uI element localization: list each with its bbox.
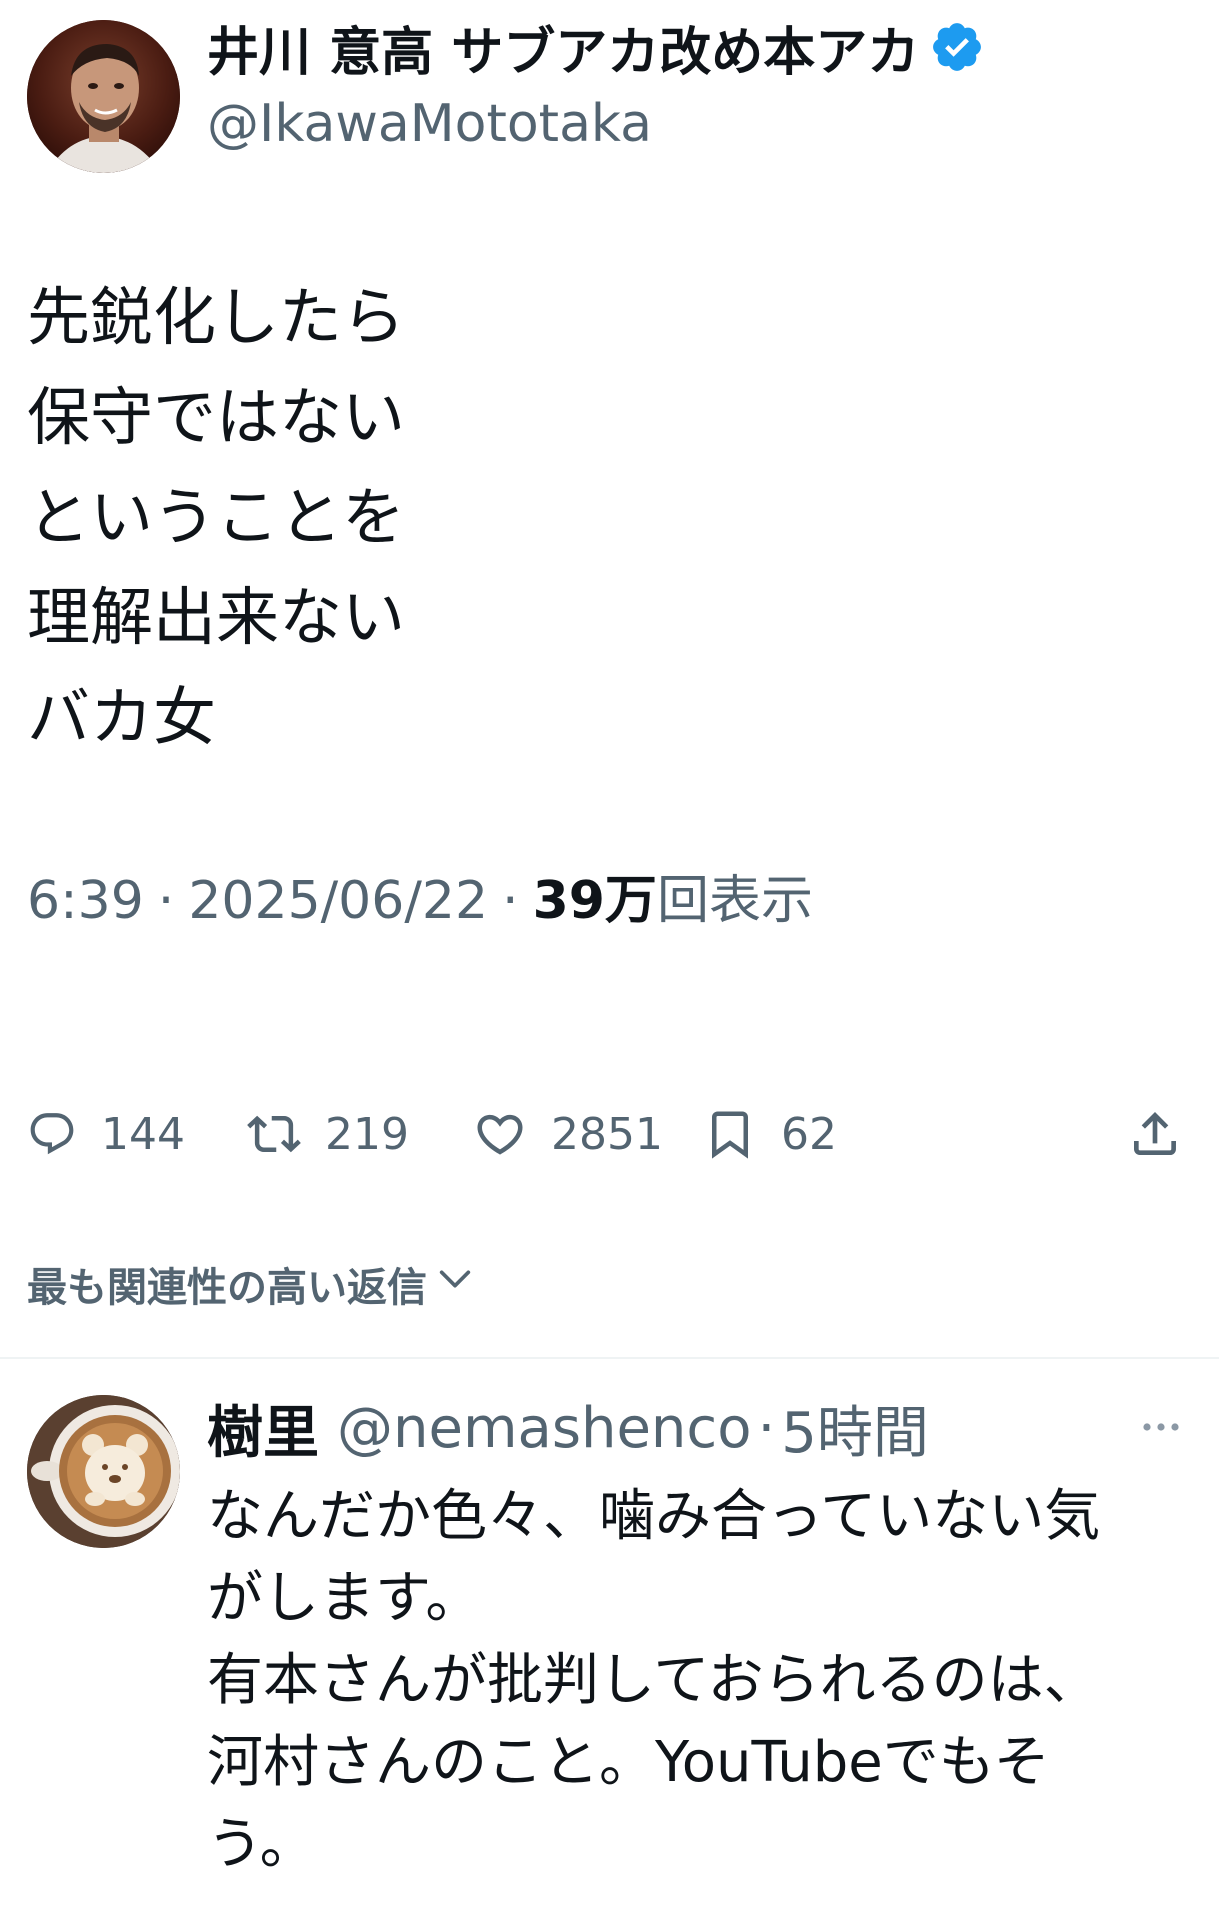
like-button[interactable]: 2851 <box>473 1094 663 1174</box>
avatar[interactable] <box>27 1395 180 1548</box>
reply-text-line: 有本さんが批判しておられるのは、 <box>207 1648 1100 1713</box>
chevron-down-icon <box>427 1259 475 1309</box>
reply-button[interactable]: 144 <box>27 1094 185 1174</box>
tweet-meta: 6:39 · 2025/06/22 · 39万 回表示 <box>27 858 813 933</box>
more-horizontal-icon <box>1141 1419 1181 1438</box>
reply-text-line: 河村さんのこと。YouTubeでもそ <box>207 1730 1050 1795</box>
author-handle[interactable]: @IkawaMototaka <box>207 94 652 154</box>
views-count[interactable]: 39万 <box>533 858 657 933</box>
tweet-text-line: 先鋭化したら <box>27 281 405 354</box>
bookmark-icon <box>703 1104 757 1164</box>
tweet-date[interactable]: 2025/06/22 <box>188 871 488 931</box>
latte-art-photo <box>27 1395 180 1548</box>
tweet-text-line: ということを <box>27 481 405 554</box>
tweet-text-line: バカ女 <box>27 681 216 754</box>
tweet-text: 先鋭化したら 保守ではない ということを 理解出来ない バカ女 <box>27 268 1187 768</box>
author-name-row[interactable]: 井川 意高 サブアカ改め本アカ <box>207 10 985 85</box>
reply-display-name[interactable]: 樹里 <box>207 1388 319 1469</box>
reply-text: なんだか色々、噛み合っていない気 がします。 有本さんが批判しておられるのは、 … <box>207 1476 1197 1886</box>
like-count: 2851 <box>551 1108 663 1160</box>
retweet-button[interactable]: 219 <box>247 1094 409 1174</box>
views-label[interactable]: 回表示 <box>657 858 813 933</box>
replies-sort-label: 最も関連性の高い返信 <box>27 1265 427 1311</box>
share-button[interactable] <box>1127 1094 1183 1174</box>
retweet-count: 219 <box>325 1108 409 1160</box>
meta-separator: · <box>157 871 175 931</box>
reply-text-line: う。 <box>207 1812 316 1877</box>
reply-handle[interactable]: @nemashenco <box>337 1396 751 1461</box>
more-options-button[interactable] <box>1136 1408 1186 1448</box>
replies-sort-dropdown[interactable]: 最も関連性の高い返信 <box>27 1254 475 1314</box>
reply-count: 144 <box>101 1108 185 1160</box>
speech-bubble-icon <box>27 1109 77 1159</box>
bookmark-count: 62 <box>781 1108 837 1160</box>
heart-icon <box>473 1107 527 1161</box>
tweet-text-line: 保守ではない <box>27 381 405 454</box>
avatar-photo <box>27 20 180 173</box>
verified-badge-icon <box>929 19 985 75</box>
retweet-icon <box>247 1107 301 1161</box>
reply-header: 樹里 @nemashenco · 5時間 <box>207 1390 929 1466</box>
divider <box>0 1357 1219 1359</box>
share-upload-icon <box>1127 1106 1183 1162</box>
meta-separator: · <box>502 871 519 931</box>
reply-time[interactable]: 5時間 <box>781 1388 929 1469</box>
bookmark-button[interactable]: 62 <box>703 1094 837 1174</box>
reply-separator: · <box>757 1395 776 1461</box>
tweet-text-line: 理解出来ない <box>27 581 405 654</box>
reply-text-line: なんだか色々、噛み合っていない気 <box>207 1484 1101 1549</box>
reply-text-line: がします。 <box>207 1566 482 1631</box>
avatar[interactable] <box>27 20 180 173</box>
author-display-name[interactable]: 井川 意高 サブアカ改め本アカ <box>207 10 919 85</box>
tweet-time[interactable]: 6:39 <box>27 871 144 931</box>
action-bar: 144 219 2851 62 <box>27 1094 1187 1174</box>
